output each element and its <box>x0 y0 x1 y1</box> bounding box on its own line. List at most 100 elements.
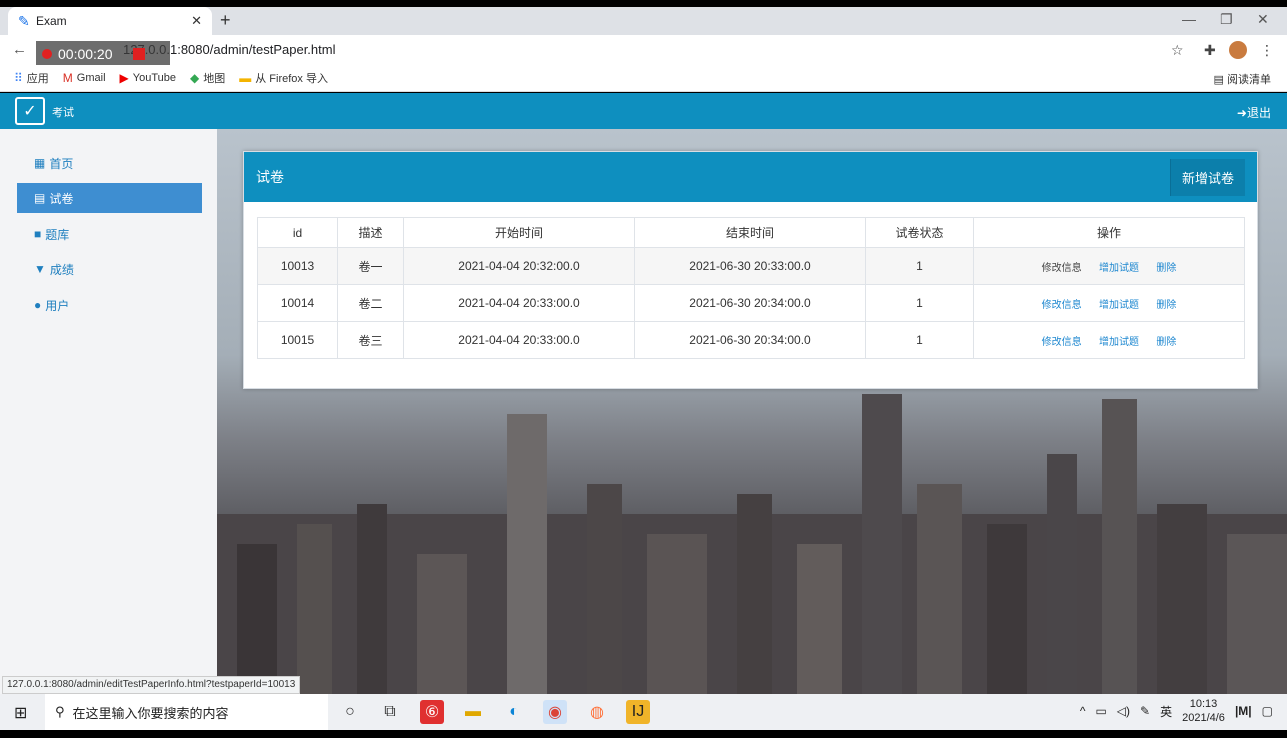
bookmark-youtube[interactable]: ▶ YouTube <box>120 71 176 85</box>
apps-grid-icon: ⠿ <box>14 71 23 85</box>
stop-record-icon[interactable] <box>132 48 145 60</box>
logout-icon: ➜ <box>1236 106 1247 120</box>
pen-icon[interactable]: ✎ <box>1140 704 1150 718</box>
notification-icon[interactable]: ▢ <box>1262 704 1273 718</box>
task-view-icon[interactable]: ⧉ <box>378 700 402 724</box>
cell-end: 2021-06-30 20:33:00.0 <box>634 247 866 285</box>
cell-actions: 修改信息 增加试题 删除 <box>973 284 1245 322</box>
close-tab-icon[interactable]: ✕ <box>191 13 202 29</box>
chrome-icon[interactable]: ◉ <box>543 700 567 724</box>
youtube-icon: ▶ <box>119 71 129 85</box>
panel-title: 试卷 <box>256 169 284 185</box>
delete-link[interactable]: 删除 <box>1156 263 1176 274</box>
table-row: 10015 卷三 2021-04-04 20:33:00.0 2021-06-3… <box>257 321 1245 359</box>
delete-link[interactable]: 删除 <box>1156 300 1176 311</box>
column-header: 开始时间 <box>403 217 635 248</box>
folder-icon: ▬ <box>239 71 252 85</box>
filter-icon: ▼ <box>34 262 46 276</box>
ime-indicator[interactable]: 英 <box>1160 703 1172 720</box>
close-window-icon[interactable]: ✕ <box>1257 11 1269 28</box>
edge-icon[interactable]: ◐ <box>502 700 526 724</box>
column-header: 试卷状态 <box>865 217 974 248</box>
maximize-icon[interactable]: ❐ <box>1220 11 1233 28</box>
list-icon: ▤ <box>34 191 46 205</box>
file-explorer-icon[interactable]: ▬ <box>461 700 485 724</box>
logout-button[interactable]: ➜退出 <box>1237 104 1271 121</box>
battery-icon[interactable]: ▭ <box>1095 704 1106 718</box>
search-icon: ⚲ <box>55 704 65 719</box>
cell-actions: 修改信息 增加试题 删除 <box>973 247 1245 285</box>
edit-info-link[interactable]: 修改信息 <box>1042 300 1082 311</box>
bookmark-apps[interactable]: ⠿ 应用 <box>14 70 49 86</box>
app-header: ✓ 考试 ➜退出 <box>0 93 1287 129</box>
add-question-link[interactable]: 增加试题 <box>1099 263 1139 274</box>
extensions-icon[interactable]: ✚ <box>1204 42 1216 59</box>
windows-start-icon[interactable]: ⊞ <box>14 703 27 723</box>
sidebar: ▦ 首页 ▤ 试卷 ■ 题库 ▼ 成绩 ● 用户 <box>0 129 217 694</box>
bookmark-maps[interactable]: ◆ 地图 <box>190 70 225 86</box>
media-icon[interactable]: |M| <box>1235 704 1252 718</box>
browser-tab-bar: ✎ Exam ✕ + — ❐ ✕ <box>0 7 1287 35</box>
minimize-icon[interactable]: — <box>1182 11 1196 27</box>
cell-start: 2021-04-04 20:33:00.0 <box>403 321 635 359</box>
firefox-icon[interactable]: ◍ <box>585 700 609 724</box>
clock-date: 2021/4/6 <box>1182 712 1225 724</box>
app-title: 考试 <box>52 107 74 119</box>
user-icon: ● <box>34 298 42 312</box>
table-row: 10013 卷一 2021-04-04 20:32:00.0 2021-06-3… <box>257 247 1245 285</box>
cell-status: 1 <box>865 247 974 285</box>
back-icon[interactable]: ← <box>12 41 27 58</box>
edit-info-link[interactable]: 修改信息 <box>1042 263 1082 274</box>
column-header: 结束时间 <box>634 217 866 248</box>
folder-icon: ■ <box>34 227 42 241</box>
record-dot-icon <box>42 49 52 59</box>
column-header: id <box>257 217 338 248</box>
netease-music-icon[interactable]: ⑥ <box>420 700 444 724</box>
recording-indicator: 00:00:20 <box>36 41 170 67</box>
volume-icon[interactable]: ◁) <box>1117 704 1130 718</box>
table-header-row: id 描述 开始时间 结束时间 试卷状态 操作 <box>257 217 1245 248</box>
new-tab-icon[interactable]: + <box>220 10 231 31</box>
cortana-icon[interactable]: ○ <box>338 700 362 724</box>
star-icon[interactable]: ☆ <box>1171 42 1184 59</box>
menu-icon[interactable]: ⋮ <box>1260 42 1274 59</box>
cell-desc: 卷二 <box>337 284 404 322</box>
delete-link[interactable]: 删除 <box>1156 337 1176 348</box>
bookmark-firefox-import[interactable]: ▬ 从 Firefox 导入 <box>239 70 328 86</box>
add-test-paper-button[interactable]: 新增试卷 <box>1169 158 1245 196</box>
sidebar-item-papers[interactable]: ▤ 试卷 <box>17 183 202 213</box>
reading-list-icon: ▤ <box>1213 74 1227 86</box>
avatar[interactable] <box>1229 41 1247 59</box>
edit-info-link[interactable]: 修改信息 <box>1042 337 1082 348</box>
bookmark-gmail[interactable]: M Gmail <box>63 71 106 85</box>
test-paper-table: id 描述 开始时间 结束时间 试卷状态 操作 10013 卷一 2021-04… <box>257 217 1245 359</box>
cell-desc: 卷一 <box>337 247 404 285</box>
add-question-link[interactable]: 增加试题 <box>1099 337 1139 348</box>
maps-icon: ◆ <box>190 71 200 85</box>
system-tray: ^ ▭ ◁) ✎ 英 10:13 2021/4/6 |M| ▢ <box>1080 697 1273 725</box>
reading-list[interactable]: ▤ 阅读清单 <box>1214 71 1271 87</box>
windows-taskbar: ⊞ ⚲ 在这里输入你要搜索的内容 ○ ⧉ ⑥ ▬ ◐ ◉ ◍ IJ ^ ▭ ◁)… <box>0 694 1287 730</box>
intellij-icon[interactable]: IJ <box>626 700 650 724</box>
browser-tab[interactable]: ✎ Exam ✕ <box>8 7 212 35</box>
add-question-link[interactable]: 增加试题 <box>1099 300 1139 311</box>
check-logo-icon: ✓ <box>15 97 45 125</box>
gmail-icon: M <box>62 71 73 85</box>
taskbar-search[interactable]: ⚲ 在这里输入你要搜索的内容 <box>45 694 328 730</box>
cell-status: 1 <box>865 284 974 322</box>
sidebar-item-scores[interactable]: ▼ 成绩 <box>17 254 202 284</box>
tray-expand-icon[interactable]: ^ <box>1080 704 1086 718</box>
cell-end: 2021-06-30 20:34:00.0 <box>634 321 866 359</box>
column-header: 操作 <box>973 217 1245 248</box>
cell-id: 10014 <box>257 284 338 322</box>
sidebar-item-home[interactable]: ▦ 首页 <box>17 148 202 178</box>
url-field[interactable]: 127.0.0.1:8080/admin/testPaper.html <box>38 39 1198 61</box>
clock-time: 10:13 <box>1189 698 1218 710</box>
cell-start: 2021-04-04 20:32:00.0 <box>403 247 635 285</box>
sidebar-item-users[interactable]: ● 用户 <box>17 290 202 320</box>
cell-end: 2021-06-30 20:34:00.0 <box>634 284 866 322</box>
sidebar-item-question-bank[interactable]: ■ 题库 <box>17 219 202 249</box>
recording-time: 00:00:20 <box>58 46 113 62</box>
panel-header: 试卷 新增试卷 <box>244 152 1257 202</box>
clock[interactable]: 10:13 2021/4/6 <box>1182 697 1225 725</box>
